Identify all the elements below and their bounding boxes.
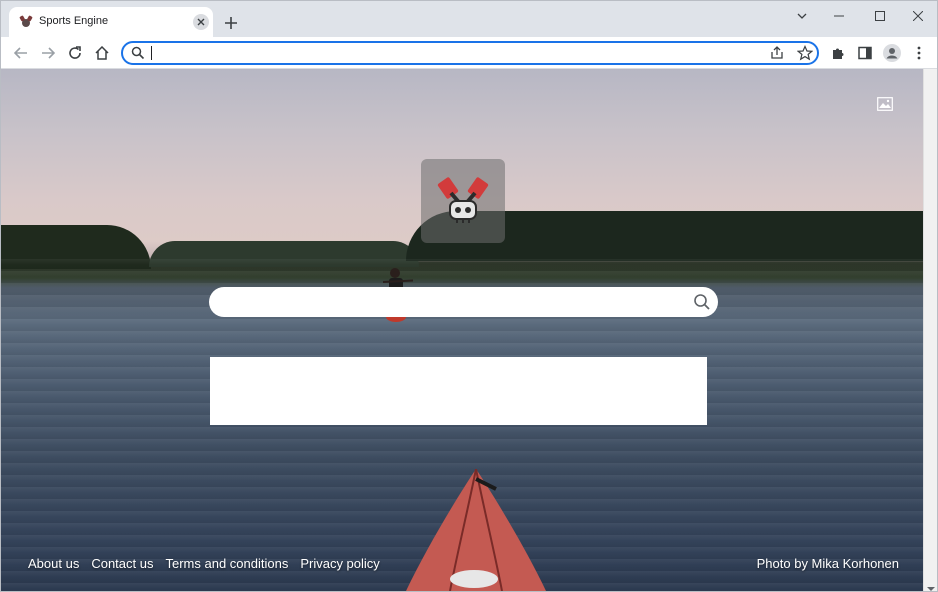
scroll-down-arrow-icon[interactable] (927, 580, 935, 591)
bookmark-star-icon[interactable] (796, 45, 814, 61)
tab-sports-engine[interactable]: Sports Engine (9, 7, 213, 37)
search-icon[interactable] (693, 293, 711, 311)
side-panel-icon[interactable] (855, 43, 875, 63)
browser-window: Sports Engine About us Contact us Terms … (0, 0, 938, 592)
contact-us-link[interactable]: Contact us (91, 556, 153, 571)
engine-favicon-icon (19, 15, 33, 29)
vertical-scrollbar[interactable] (923, 69, 937, 591)
photo-credit[interactable]: Photo by Mika Korhonen (757, 556, 899, 571)
profile-avatar-icon[interactable] (882, 43, 902, 63)
extensions-puzzle-icon[interactable] (828, 43, 848, 63)
text-caret (151, 46, 152, 60)
home-icon[interactable] (92, 43, 112, 63)
web-search-bar[interactable] (209, 287, 718, 317)
minimize-icon[interactable] (827, 7, 851, 25)
content-panel (210, 357, 707, 425)
tab-strip: Sports Engine (1, 1, 937, 37)
reload-icon[interactable] (65, 43, 85, 63)
maximize-icon[interactable] (868, 7, 892, 25)
privacy-policy-link[interactable]: Privacy policy (300, 556, 379, 571)
share-icon[interactable] (769, 45, 785, 61)
change-background-image-icon[interactable] (877, 97, 893, 111)
site-logo (421, 159, 505, 243)
forward-arrow-icon[interactable] (38, 43, 58, 63)
search-icon (131, 46, 145, 60)
kayak-bow (406, 469, 546, 591)
address-bar[interactable] (121, 41, 819, 65)
engine-logo-icon (437, 177, 489, 223)
browser-toolbar (1, 37, 937, 69)
back-arrow-icon[interactable] (11, 43, 31, 63)
about-us-link[interactable]: About us (28, 556, 79, 571)
terms-and-conditions-link[interactable]: Terms and conditions (165, 556, 288, 571)
search-input[interactable] (225, 293, 685, 311)
close-tab-icon[interactable] (193, 14, 209, 30)
new-tab-icon[interactable] (221, 13, 241, 33)
close-window-icon[interactable] (906, 7, 930, 25)
tab-title: Sports Engine (39, 15, 109, 27)
page-content: About us Contact us Terms and conditions… (1, 69, 923, 591)
tab-search-chevron-icon[interactable] (790, 7, 814, 25)
menu-kebab-icon[interactable] (909, 43, 929, 63)
footer-links: About us Contact us Terms and conditions… (28, 556, 380, 571)
